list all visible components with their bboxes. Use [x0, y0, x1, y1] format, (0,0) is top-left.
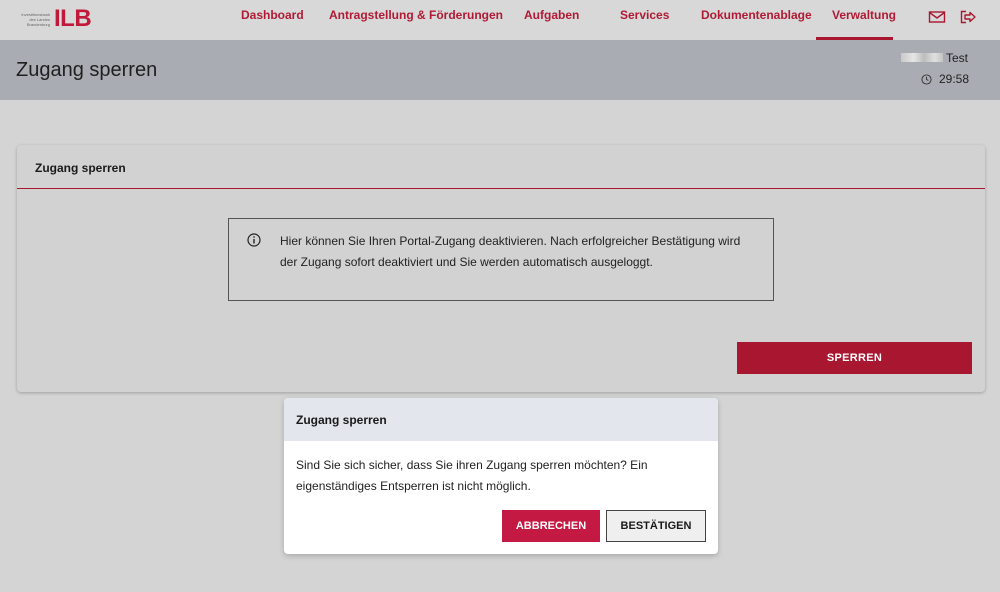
session-timer: 29:58	[939, 72, 970, 86]
nav-item-verwaltung[interactable]: Verwaltung	[816, 0, 896, 40]
page-title: Zugang sperren	[16, 59, 158, 81]
confirm-dialog: Zugang sperren Sind Sie sich sicher, das…	[284, 398, 718, 554]
nav-item-aufgaben[interactable]: Aufgaben	[524, 0, 579, 40]
clock-icon	[921, 74, 932, 85]
logo-wordmark: ILB	[54, 5, 92, 32]
cancel-button[interactable]: ABBRECHEN	[502, 510, 600, 542]
confirm-button[interactable]: BESTÄTIGEN	[606, 510, 706, 542]
top-navigation: Investitionsbank des Landes Brandenburg …	[0, 0, 1000, 40]
page-header: Zugang sperren Test 29:58	[0, 40, 1000, 100]
dialog-message: Sind Sie sich sicher, dass Sie ihren Zug…	[296, 458, 648, 493]
logout-icon[interactable]	[959, 9, 977, 25]
nav-item-dashboard[interactable]: Dashboard	[241, 0, 304, 40]
nav-item-antragstellung[interactable]: Antragstellung & Förderungen	[329, 0, 503, 40]
mail-icon[interactable]	[928, 9, 946, 25]
info-box: Hier können Sie Ihren Portal-Zugang deak…	[228, 218, 774, 301]
nav-item-services[interactable]: Services	[620, 0, 669, 40]
lock-button[interactable]: SPERREN	[737, 342, 972, 374]
info-text: Hier können Sie Ihren Portal-Zugang deak…	[280, 234, 741, 269]
logo-subtext: Investitionsbank des Landes Brandenburg	[21, 11, 50, 27]
dialog-title: Zugang sperren	[284, 398, 718, 441]
user-name-redacted	[901, 53, 943, 62]
card-title: Zugang sperren	[17, 145, 985, 189]
nav-item-dokumentenablage[interactable]: Dokumentenablage	[701, 0, 812, 40]
info-icon	[247, 233, 261, 247]
user-name: Test	[946, 51, 969, 65]
lock-access-card: Zugang sperren Hier können Sie Ihren Por…	[17, 145, 985, 392]
ilb-logo[interactable]: Investitionsbank des Landes Brandenburg …	[14, 4, 91, 34]
